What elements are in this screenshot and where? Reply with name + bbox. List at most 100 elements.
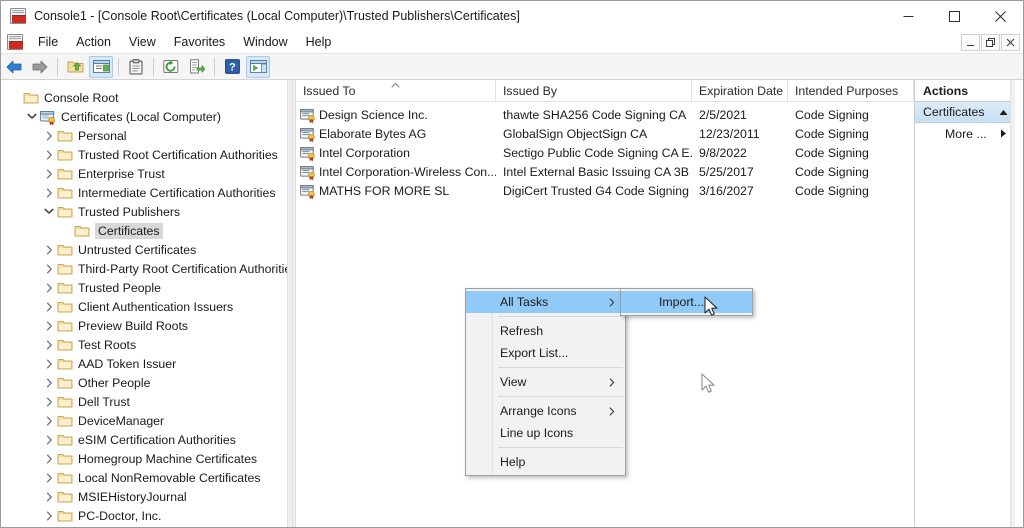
chevron-right-icon[interactable] [41, 392, 57, 411]
context-menu-item-help[interactable]: Help [466, 451, 625, 473]
tree-item-local-nonremovable-certificates[interactable]: Local NonRemovable Certificates [1, 468, 292, 487]
tree-item-label: Trusted People [78, 280, 161, 295]
certificate-row[interactable]: Elaborate Bytes AG GlobalSign ObjectSign … [296, 124, 914, 143]
menu-window[interactable]: Window [234, 32, 296, 52]
chevron-right-icon[interactable] [41, 468, 57, 487]
chevron-right-icon[interactable] [41, 335, 57, 354]
column-header-issued-by[interactable]: Issued By [496, 80, 692, 102]
chevron-right-icon[interactable] [41, 506, 57, 525]
context-menu-item-refresh[interactable]: Refresh [466, 320, 625, 342]
tree-item-other-people[interactable]: Other People [1, 373, 292, 392]
chevron-down-icon[interactable] [41, 202, 57, 221]
tree-item-label: Untrusted Certificates [78, 242, 197, 257]
back-button[interactable] [2, 56, 26, 78]
menu-action[interactable]: Action [67, 32, 120, 52]
tree-item-homegroup-machine-certificates[interactable]: Homegroup Machine Certificates [1, 449, 292, 468]
close-button[interactable] [977, 1, 1023, 31]
chevron-right-icon[interactable] [41, 487, 57, 506]
tree-item-certificates[interactable]: Certificates [1, 221, 292, 240]
certificate-row[interactable]: Design Science Inc. thawte SHA256 Code Si… [296, 105, 914, 124]
up-one-level-button[interactable] [63, 56, 87, 78]
forward-button[interactable] [28, 56, 52, 78]
tree-item-trusted-root-certification-authorities[interactable]: Trusted Root Certification Authorities [1, 145, 292, 164]
menu-help[interactable]: Help [297, 32, 341, 52]
tree-item-console-root[interactable]: Console Root [1, 88, 292, 107]
submenu-item-import[interactable]: Import... [621, 291, 752, 313]
context-menu-item-view[interactable]: View [466, 371, 625, 393]
certificate-row[interactable]: MATHS FOR MORE SL DigiCert Trusted G4 Cod… [296, 181, 914, 200]
chevron-down-icon[interactable] [24, 107, 40, 126]
minimize-button[interactable] [885, 1, 931, 31]
tree-item-remote-desktop[interactable]: Remote Desktop [1, 525, 292, 527]
show-hide-action-pane-button[interactable] [246, 55, 270, 78]
chevron-right-icon[interactable] [41, 297, 57, 316]
chevron-right-icon[interactable] [41, 449, 57, 468]
column-header-issued-to[interactable]: Issued To [296, 80, 496, 102]
mdi-minimize-button[interactable] [961, 34, 980, 51]
tree-item-third-party-root-certification-authorities[interactable]: Third-Party Root Certification Authoriti… [1, 259, 292, 278]
chevron-right-icon[interactable] [41, 430, 57, 449]
tree-item-intermediate-certification-authorities[interactable]: Intermediate Certification Authorities [1, 183, 292, 202]
tree-item-personal[interactable]: Personal [1, 126, 292, 145]
chevron-right-icon[interactable] [41, 183, 57, 202]
menu-favorites[interactable]: Favorites [165, 32, 234, 52]
chevron-right-icon[interactable] [41, 354, 57, 373]
properties-button[interactable] [124, 56, 148, 78]
actions-group-certificates[interactable]: Certificates [915, 102, 1015, 123]
show-hide-console-tree-button[interactable] [89, 55, 113, 78]
mdi-window-controls [961, 34, 1020, 51]
refresh-button[interactable] [159, 56, 183, 78]
folder-icon [57, 413, 73, 429]
export-list-button[interactable] [185, 56, 209, 78]
chevron-right-icon[interactable] [41, 126, 57, 145]
mdi-restore-button[interactable] [981, 34, 1000, 51]
cell-text: DigiCert Trusted G4 Code Signing ... [503, 183, 692, 198]
tree-item-esim-certification-authorities[interactable]: eSIM Certification Authorities [1, 430, 292, 449]
certificate-row[interactable]: Intel Corporation-Wireless Con... Intel E… [296, 162, 914, 181]
context-submenu-all-tasks: Import... [620, 288, 753, 316]
tree-item-certificates-local-computer[interactable]: Certificates (Local Computer) [1, 107, 292, 126]
column-header-expiration-date[interactable]: Expiration Date [692, 80, 788, 102]
chevron-right-icon[interactable] [41, 525, 57, 527]
menu-view[interactable]: View [120, 32, 165, 52]
context-menu-item-label: View [500, 375, 527, 389]
chevron-right-icon[interactable] [41, 411, 57, 430]
toolbar-separator [153, 57, 154, 76]
chevron-right-icon[interactable] [41, 240, 57, 259]
tree-item-trusted-publishers[interactable]: Trusted Publishers [1, 202, 292, 221]
tree-item-dell-trust[interactable]: Dell Trust [1, 392, 292, 411]
tree-item-aad-token-issuer[interactable]: AAD Token Issuer [1, 354, 292, 373]
chevron-right-icon[interactable] [41, 373, 57, 392]
tree-item-trusted-people[interactable]: Trusted People [1, 278, 292, 297]
tree-item-preview-build-roots[interactable]: Preview Build Roots [1, 316, 292, 335]
context-menu-item-all-tasks[interactable]: All Tasks [466, 291, 625, 313]
tree-item-enterprise-trust[interactable]: Enterprise Trust [1, 164, 292, 183]
actions-scrollbar[interactable] [1010, 80, 1015, 527]
cell-text: 2/5/2021 [699, 107, 747, 122]
column-header-intended-purposes[interactable]: Intended Purposes [788, 80, 914, 102]
tree-item-pc-doctor-inc[interactable]: PC-Doctor, Inc. [1, 506, 292, 525]
cell-text: Intel Corporation [319, 145, 410, 160]
context-menu-item-line-up-icons[interactable]: Line up Icons [466, 422, 625, 444]
maximize-button[interactable] [931, 1, 977, 31]
tree-item-label: Third-Party Root Certification Authoriti… [78, 261, 292, 276]
context-menu-item-arrange-icons[interactable]: Arrange Icons [466, 400, 625, 422]
mdi-close-button[interactable] [1001, 34, 1020, 51]
chevron-right-icon[interactable] [41, 316, 57, 335]
tree-item-msiehistoryjournal[interactable]: MSIEHistoryJournal [1, 487, 292, 506]
chevron-right-icon[interactable] [41, 259, 57, 278]
help-button[interactable]: ? [220, 56, 244, 78]
actions-more-item[interactable]: More ... [915, 123, 1015, 145]
chevron-right-icon[interactable] [41, 145, 57, 164]
tree-item-devicemanager[interactable]: DeviceManager [1, 411, 292, 430]
tree-scrollbar[interactable] [287, 80, 292, 527]
menu-file[interactable]: File [29, 32, 67, 52]
tree-item-client-authentication-issuers[interactable]: Client Authentication Issuers [1, 297, 292, 316]
chevron-right-icon[interactable] [41, 278, 57, 297]
chevron-right-icon[interactable] [41, 164, 57, 183]
tree-item-untrusted-certificates[interactable]: Untrusted Certificates [1, 240, 292, 259]
certificate-row[interactable]: Intel Corporation Sectigo Public Code Sig… [296, 143, 914, 162]
tree-item-test-roots[interactable]: Test Roots [1, 335, 292, 354]
cell-intended-purposes: Code Signing [788, 143, 914, 162]
context-menu-item-export-list[interactable]: Export List... [466, 342, 625, 364]
